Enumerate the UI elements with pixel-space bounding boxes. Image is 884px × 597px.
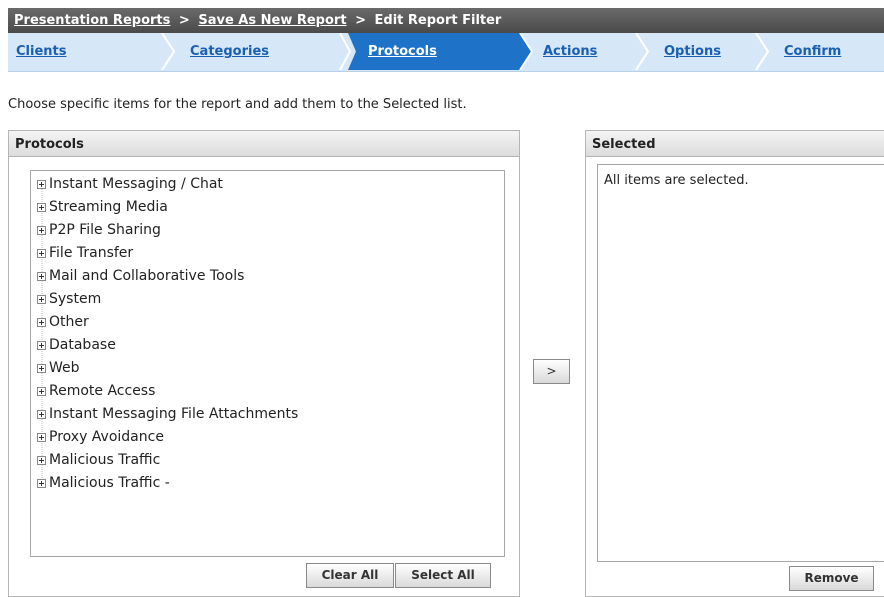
protocols-panel-header: Protocols (8, 130, 520, 157)
tree-item-label[interactable]: File Transfer (49, 245, 133, 261)
chevron-separator-icon (516, 33, 534, 70)
breadcrumb: Presentation Reports > Save As New Repor… (8, 8, 884, 33)
breadcrumb-separator: > (355, 13, 366, 28)
expand-plus-icon[interactable] (37, 317, 46, 327)
tree-item-label[interactable]: Mail and Collaborative Tools (49, 268, 244, 284)
tree-item[interactable]: Instant Messaging File Attachments (37, 403, 298, 426)
tree-item[interactable]: Proxy Avoidance (37, 426, 164, 449)
clear-all-button[interactable]: Clear All (306, 563, 394, 588)
tree-item[interactable]: Mail and Collaborative Tools (37, 265, 244, 288)
tree-item-label[interactable]: Database (49, 337, 116, 353)
tree-item-label[interactable]: Malicious Traffic (49, 452, 160, 468)
step-options-link[interactable]: Options (664, 44, 721, 59)
remove-button[interactable]: Remove (789, 566, 874, 591)
tree-item[interactable]: System (37, 288, 101, 311)
expand-plus-icon[interactable] (37, 294, 46, 304)
breadcrumb-separator: > (178, 13, 190, 28)
tree-item[interactable]: Web (37, 357, 80, 380)
wizard-steps: Clients Categories Protocols Actions Opt… (8, 33, 884, 72)
step-options[interactable]: Options (664, 33, 721, 70)
expand-plus-icon[interactable] (37, 432, 46, 442)
expand-plus-icon[interactable] (37, 225, 46, 235)
tree-item-label[interactable]: Malicious Traffic - (49, 475, 170, 491)
tree-item-label[interactable]: Proxy Avoidance (49, 429, 164, 445)
tree-item-label[interactable]: System (49, 291, 101, 307)
breadcrumb-current: Edit Report Filter (374, 13, 502, 28)
step-categories[interactable]: Categories (190, 33, 269, 70)
chevron-separator-icon (755, 33, 770, 70)
tree-item[interactable]: Malicious Traffic (37, 449, 160, 472)
tree-item-label[interactable]: Remote Access (49, 383, 155, 399)
tree-item-label[interactable]: Other (49, 314, 89, 330)
selected-panel-header: Selected (585, 130, 884, 157)
tree-item[interactable]: Malicious Traffic - (37, 472, 170, 495)
add-to-selected-button[interactable]: > (533, 359, 570, 384)
step-actions-link[interactable]: Actions (543, 44, 597, 59)
tree-item[interactable]: Instant Messaging / Chat (37, 173, 223, 196)
expand-plus-icon[interactable] (37, 271, 46, 281)
tree-item[interactable]: Remote Access (37, 380, 155, 403)
chevron-separator-icon (635, 33, 650, 70)
breadcrumb-link-save-as-new-report[interactable]: Save As New Report (198, 13, 346, 28)
instruction-text: Choose specific items for the report and… (8, 97, 467, 112)
expand-plus-icon[interactable] (37, 248, 46, 258)
step-protocols[interactable]: Protocols (368, 33, 437, 70)
expand-plus-icon[interactable] (37, 179, 46, 189)
expand-plus-icon[interactable] (37, 386, 46, 396)
expand-plus-icon[interactable] (37, 340, 46, 350)
step-confirm-link[interactable]: Confirm (784, 44, 841, 59)
breadcrumb-link-presentation-reports[interactable]: Presentation Reports (14, 13, 170, 28)
expand-plus-icon[interactable] (37, 455, 46, 465)
tree-item[interactable]: File Transfer (37, 242, 133, 265)
step-categories-link[interactable]: Categories (190, 44, 269, 59)
tree-item-label[interactable]: P2P File Sharing (49, 222, 161, 238)
selected-list[interactable]: All items are selected. (597, 164, 884, 562)
step-clients-link[interactable]: Clients (16, 44, 66, 59)
expand-plus-icon[interactable] (37, 409, 46, 419)
step-confirm[interactable]: Confirm (784, 33, 841, 70)
step-clients[interactable]: Clients (16, 33, 66, 70)
tree-item-label[interactable]: Streaming Media (49, 199, 168, 215)
step-protocols-link[interactable]: Protocols (368, 44, 437, 59)
expand-plus-icon[interactable] (37, 202, 46, 212)
tree-item-label[interactable]: Instant Messaging / Chat (49, 176, 223, 192)
protocols-tree[interactable]: Instant Messaging / Chat Streaming Media… (30, 170, 505, 557)
expand-plus-icon[interactable] (37, 363, 46, 373)
tree-item[interactable]: Database (37, 334, 116, 357)
tree-item-label[interactable]: Instant Messaging File Attachments (49, 406, 298, 422)
chevron-separator-icon (161, 33, 176, 70)
expand-plus-icon[interactable] (37, 478, 46, 488)
tree-item[interactable]: Other (37, 311, 89, 334)
selected-list-message: All items are selected. (604, 173, 749, 188)
select-all-button[interactable]: Select All (395, 563, 491, 588)
step-actions[interactable]: Actions (543, 33, 597, 70)
tree-item[interactable]: Streaming Media (37, 196, 168, 219)
tree-item[interactable]: P2P File Sharing (37, 219, 161, 242)
chevron-separator-icon (338, 33, 356, 70)
tree-item-label[interactable]: Web (49, 360, 80, 376)
